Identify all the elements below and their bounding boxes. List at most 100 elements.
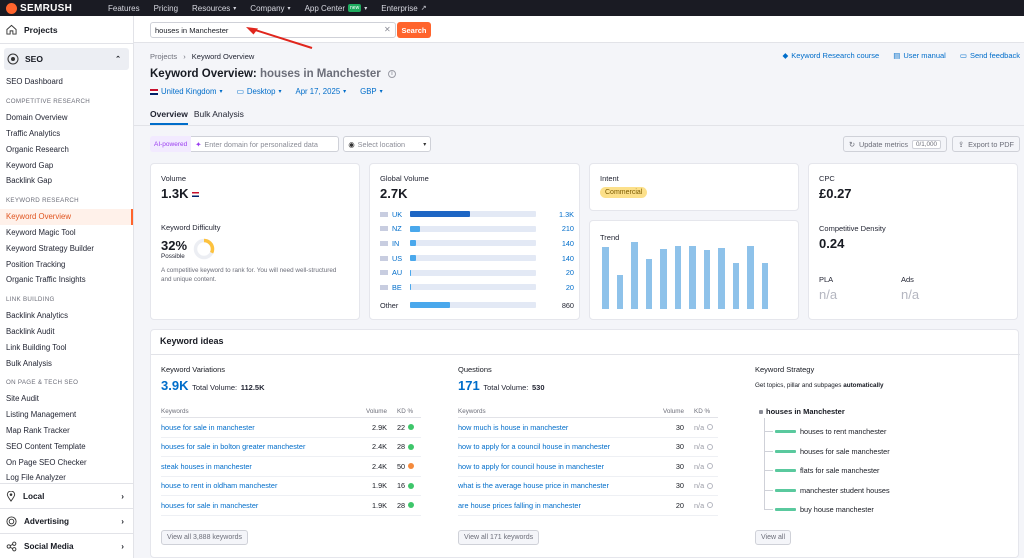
sidebar-item-seo-dashboard[interactable]: SEO Dashboard (0, 74, 133, 90)
export-pdf-button[interactable]: ⇪ Export to PDF (952, 136, 1020, 152)
location-select[interactable]: ◉ Select location ▾ (343, 136, 432, 152)
strategy-bar (775, 488, 796, 492)
sidebar-group-local[interactable]: Local › (0, 483, 134, 508)
view-all-strategy-button[interactable]: View all (755, 530, 791, 545)
keyword-link[interactable]: how much is house in manchester (458, 423, 654, 432)
table-row: how much is house in manchester 30 n/a (458, 418, 718, 438)
questions-count[interactable]: 171 (458, 378, 480, 393)
sidebar-item-backlink-audit[interactable]: Backlink Audit (0, 324, 133, 340)
chevron-down-icon: ▾ (343, 89, 347, 95)
sidebar-item-keyword-overview[interactable]: Keyword Overview (0, 208, 133, 225)
breadcrumb: Projects › Keyword Overview (150, 52, 255, 61)
keyword-link[interactable]: how to apply for a council house in manc… (458, 442, 654, 451)
sidebar-item-on-page-seo-checker[interactable]: On Page SEO Checker (0, 454, 133, 470)
help-links: ◆ Keyword Research course ▤ User manual ▭ S… (782, 51, 1020, 60)
sidebar-item-seo-content-template[interactable]: SEO Content Template (0, 438, 133, 454)
update-metrics-button[interactable]: ↻ Update metrics 0/1,000 (842, 136, 948, 152)
country-row-uk[interactable]: UK 1.3K (380, 207, 574, 222)
strategy-item[interactable]: manchester student houses (764, 486, 890, 495)
strategy-bar (775, 508, 796, 511)
tab-bulk-analysis[interactable]: Bulk Analysis (194, 109, 244, 125)
info-icon[interactable]: i (387, 69, 396, 78)
country-row-au[interactable]: AU 20 (380, 265, 574, 280)
pla-value: n/a (819, 287, 838, 302)
country-row-in[interactable]: IN 140 (380, 236, 574, 251)
semrush-logo[interactable]: SEMRUSH (0, 2, 100, 14)
nav-enterprise[interactable]: Enterprise ↗ (381, 4, 426, 13)
keyword-course-link[interactable]: ◆ Keyword Research course (782, 51, 879, 60)
chevron-down-icon: ▾ (233, 5, 237, 12)
flag-icon (380, 255, 388, 261)
view-all-questions-button[interactable]: View all 171 keywords (458, 530, 540, 545)
sidebar-item-keyword-strategy-builder[interactable]: Keyword Strategy Builder (0, 240, 133, 256)
country-bar (410, 225, 536, 232)
country-select[interactable]: United Kingdom ▾ (150, 87, 223, 96)
sidebar-item-domain-overview[interactable]: Domain Overview (0, 110, 133, 126)
tab-overview[interactable]: Overview (150, 109, 188, 125)
sidebar-group-social-media[interactable]: Social Media › (0, 533, 134, 558)
trend-bar (631, 241, 638, 309)
nav-pricing[interactable]: Pricing (154, 4, 178, 13)
keyword-link[interactable]: are house prices falling in manchester (458, 501, 654, 510)
send-feedback-link[interactable]: ▭ Send feedback (960, 51, 1020, 60)
strategy-item[interactable]: houses to rent manchester (764, 427, 886, 436)
sidebar-item-site-audit[interactable]: Site Audit (0, 391, 133, 407)
table-row: are house prices falling in manchester 20… (458, 496, 718, 516)
country-row-be[interactable]: BE 20 (380, 280, 574, 295)
sidebar-item-keyword-gap[interactable]: Keyword Gap (0, 157, 133, 173)
sidebar-item-organic-traffic-insights[interactable]: Organic Traffic Insights (0, 272, 133, 288)
keyword-link[interactable]: house for sale in manchester (161, 423, 357, 432)
sidebar-item-backlink-analytics[interactable]: Backlink Analytics (0, 308, 133, 324)
country-row-nz[interactable]: NZ 210 (380, 222, 574, 237)
domain-input[interactable]: ✦ Enter domain for personalized data (191, 136, 340, 152)
variations-count[interactable]: 3.9K (161, 378, 188, 393)
country-rows: UK 1.3K NZ 210 IN 140 US 140 AU 20 BE 20 (380, 207, 574, 295)
country-row-us[interactable]: US 140 (380, 251, 574, 266)
breadcrumb-projects[interactable]: Projects (150, 52, 177, 61)
table-row: how to apply for a council house in manc… (458, 438, 718, 457)
sidebar-item-keyword-magic-tool[interactable]: Keyword Magic Tool (0, 225, 133, 241)
difficulty-donut (193, 238, 215, 260)
sidebar-group-advertising[interactable]: Advertising › (0, 508, 134, 533)
nav-company[interactable]: Company ▾ (250, 4, 290, 13)
sidebar-item-link-building-tool[interactable]: Link Building Tool (0, 339, 133, 355)
sidebar-item-organic-research[interactable]: Organic Research (0, 141, 133, 157)
sidebar-projects[interactable]: Projects (0, 16, 133, 44)
strategy-bar (775, 449, 796, 453)
keyword-link[interactable]: house to rent in oldham manchester (161, 481, 357, 490)
country-bar-fill (410, 284, 412, 291)
sidebar-item-bulk-analysis[interactable]: Bulk Analysis (0, 355, 133, 371)
strategy-item[interactable]: houses for sale manchester (764, 447, 890, 456)
nav-resources[interactable]: Resources ▾ (192, 4, 236, 13)
nav-app-center[interactable]: App Center new ▾ (305, 4, 368, 13)
currency-select[interactable]: GBP ▾ (360, 87, 382, 96)
title-keyword: houses in Manchester (259, 68, 381, 80)
strategy-item[interactable]: buy house manchester (764, 505, 874, 514)
sidebar-item-map-rank-tracker[interactable]: Map Rank Tracker (0, 423, 133, 439)
trend-bar (761, 262, 768, 309)
sidebar-item-position-tracking[interactable]: Position Tracking (0, 256, 133, 272)
date-select[interactable]: Apr 17, 2025 ▾ (296, 87, 347, 96)
tool-row: AI-powered ✦ Enter domain for personalize… (150, 136, 432, 152)
chevron-right-icon: › (121, 541, 124, 551)
clear-icon[interactable]: ✕ (384, 25, 391, 34)
country-bar-fill (410, 269, 412, 276)
search-button[interactable]: Search (397, 22, 431, 38)
sidebar-item-listing-management[interactable]: Listing Management (0, 407, 133, 423)
keyword-link[interactable]: how to apply for council house in manche… (458, 462, 654, 471)
keyword-link[interactable]: what is the average house price in manch… (458, 481, 654, 490)
user-manual-link[interactable]: ▤ User manual (893, 51, 946, 60)
chevron-down-icon: ▾ (278, 89, 282, 95)
sidebar-item-traffic-analytics[interactable]: Traffic Analytics (0, 126, 133, 142)
view-all-variations-button[interactable]: View all 3,888 keywords (161, 530, 248, 545)
sidebar-seo[interactable]: SEO ⌃ (4, 48, 129, 70)
keyword-link[interactable]: steak houses in manchester (161, 462, 357, 471)
sidebar-item-backlink-gap[interactable]: Backlink Gap (0, 173, 133, 189)
keyword-link[interactable]: houses for sale in manchester (161, 501, 357, 510)
chevron-down-icon: ▾ (379, 89, 383, 95)
table-row: house for sale in manchester 2.9K 22 (161, 418, 421, 438)
strategy-item[interactable]: flats for sale manchester (764, 466, 880, 475)
device-select[interactable]: ▭ Desktop ▾ (237, 87, 282, 96)
keyword-link[interactable]: houses for sale in bolton greater manche… (161, 442, 357, 451)
nav-features[interactable]: Features (108, 4, 140, 13)
